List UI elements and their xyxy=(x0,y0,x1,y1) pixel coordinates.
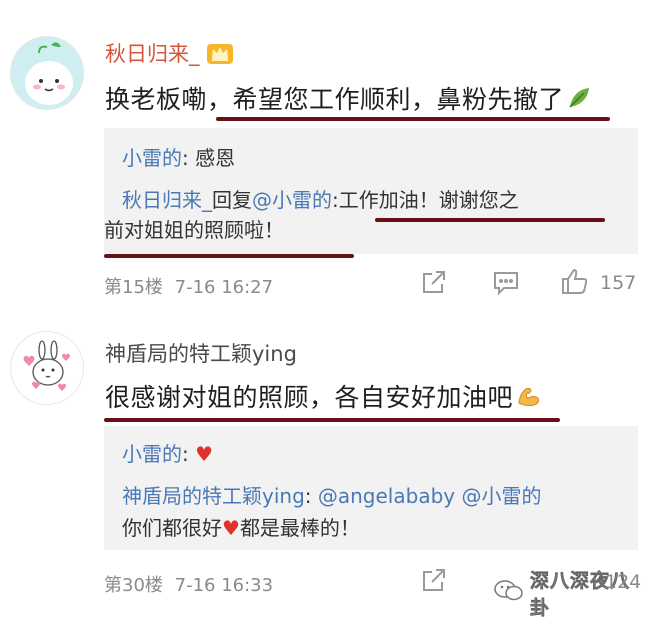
reply-text: 工作加油！谢谢您之 xyxy=(338,188,519,212)
reply-line: 神盾局的特工颖ying: @angelababy @小雷的 xyxy=(122,486,541,506)
reply-username[interactable]: 秋日归来_ xyxy=(122,188,212,212)
username-text[interactable]: 秋日归来_ xyxy=(105,42,200,66)
reply-line: 秋日归来_回复@小雷的:工作加油！谢谢您之 xyxy=(122,190,519,210)
reply-username[interactable]: 小雷的 xyxy=(122,442,182,466)
like-button[interactable]: 157 xyxy=(560,266,636,300)
wechat-logo-icon xyxy=(494,579,524,607)
reply-verb: 回复 xyxy=(212,188,252,212)
red-heart-icon: ♥ xyxy=(195,442,214,466)
share-icon[interactable] xyxy=(420,566,448,594)
comment-text: 换老板嘞，希望您工作顺利，鼻粉先撤了 xyxy=(105,80,592,117)
thumbs-up-icon[interactable] xyxy=(560,266,590,300)
reply-text: 感恩 xyxy=(195,146,236,170)
reply-text: 都是最棒的！ xyxy=(239,516,360,540)
comment-time: 7-16 16:33 xyxy=(174,575,274,596)
floor-number: 第15楼 xyxy=(104,277,163,298)
comment-time: 7-16 16:27 xyxy=(174,277,274,298)
like-count: 157 xyxy=(600,272,637,294)
reply-text: 你们都很好 xyxy=(122,516,222,540)
reply-box[interactable]: 小雷的: 感恩 秋日归来_回复@小雷的:工作加油！谢谢您之 前对姐姐的照顾啦！ xyxy=(104,128,638,254)
comment-text: 很感谢对姐的照顾，各自安好加油吧 xyxy=(105,378,542,415)
annotation-underline xyxy=(216,117,610,121)
reply-box[interactable]: 小雷的: ♥ 神盾局的特工颖ying: @angelababy @小雷的 你们都… xyxy=(104,426,638,550)
reply-separator: : xyxy=(182,442,196,466)
avatar[interactable] xyxy=(10,331,84,405)
like-count: 124 xyxy=(605,571,642,593)
reply-separator: : xyxy=(332,188,339,212)
reply-line: 小雷的: ♥ xyxy=(122,444,213,464)
username-text[interactable]: 神盾局的特工颖ying xyxy=(105,342,297,366)
comment-username[interactable]: 秋日归来_ xyxy=(105,38,234,70)
avatar[interactable] xyxy=(10,36,84,110)
comment-meta: 第15楼 7-16 16:27 xyxy=(104,273,273,299)
reply-line-continued: 你们都很好♥都是最棒的！ xyxy=(122,518,360,538)
comment-meta: 第30楼 7-16 16:33 xyxy=(104,571,273,597)
reply-text: 前对姐姐的照顾啦！ xyxy=(104,218,284,242)
reply-line: 小雷的: 感恩 xyxy=(122,148,235,168)
crown-badge-icon xyxy=(206,41,234,70)
reply-mention[interactable]: @angelababy @小雷的 xyxy=(318,484,542,508)
reply-username[interactable]: 神盾局的特工颖ying xyxy=(122,484,305,508)
comment-body: 很感谢对姐的照顾，各自安好加油吧 xyxy=(105,383,514,412)
reply-mention[interactable]: @小雷的 xyxy=(252,188,332,212)
reply-username[interactable]: 小雷的 xyxy=(122,146,182,170)
red-heart-icon: ♥ xyxy=(222,516,240,540)
comment-body: 换老板嘞，希望您工作顺利，鼻粉先撤了 xyxy=(105,85,565,114)
reply-line-continued: 前对姐姐的照顾啦！ xyxy=(104,220,284,240)
comment-username[interactable]: 神盾局的特工颖ying xyxy=(105,338,297,368)
floor-number: 第30楼 xyxy=(104,575,163,596)
annotation-underline xyxy=(104,254,354,258)
annotation-underline xyxy=(104,418,560,422)
annotation-underline xyxy=(375,218,605,222)
comment-icon[interactable] xyxy=(492,268,520,296)
leaf-icon xyxy=(566,85,592,117)
share-icon[interactable] xyxy=(420,268,448,296)
reply-separator: : xyxy=(182,146,196,170)
reply-separator: : xyxy=(304,484,318,508)
flexed-arm-icon xyxy=(516,383,542,415)
